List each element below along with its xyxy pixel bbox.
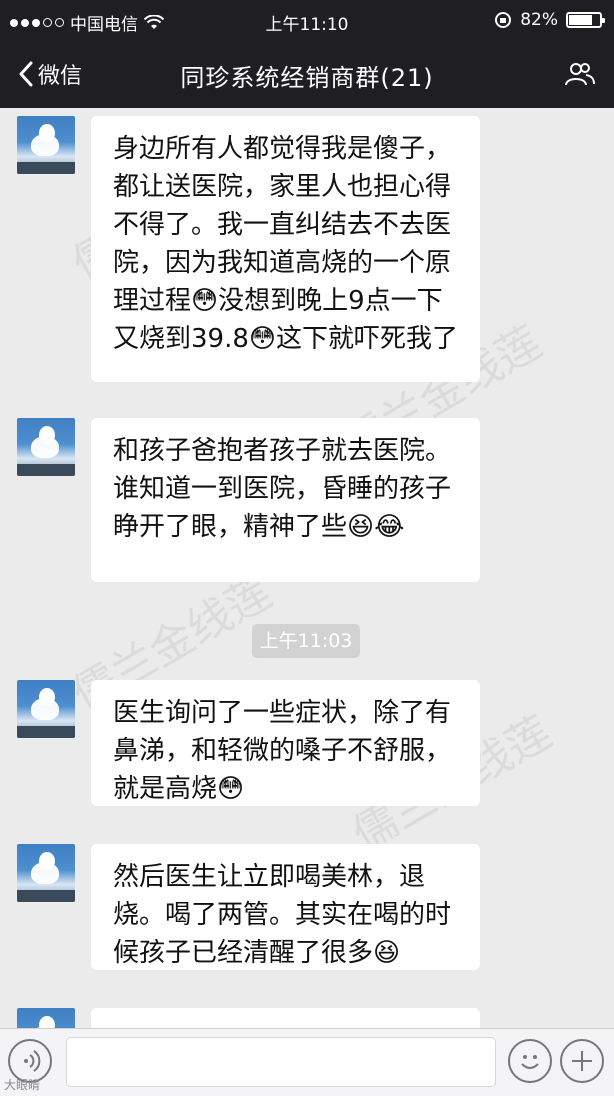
message-bubble-partial[interactable] bbox=[91, 1008, 480, 1028]
status-bar: 中国电信 上午11:10 82% bbox=[0, 0, 614, 40]
more-actions-button[interactable] bbox=[560, 1039, 604, 1083]
emoji-button[interactable] bbox=[508, 1039, 552, 1083]
plus-icon bbox=[572, 1051, 592, 1071]
chat-title: 同珍系统经销商群(21) bbox=[180, 64, 434, 92]
chat-message-list[interactable]: 儒兰金线莲 儒兰金线莲 儒兰金线莲 儒兰金线莲 身边所有人都觉得我是傻子，都让送… bbox=[0, 108, 614, 1028]
battery-icon bbox=[566, 12, 605, 28]
avatar[interactable] bbox=[17, 418, 75, 476]
avatar[interactable] bbox=[17, 116, 75, 174]
message-bubble[interactable]: 身边所有人都觉得我是傻子，都让送医院，家里人也担心得不得了。我一直纠结去不去医院… bbox=[91, 116, 480, 382]
avatar[interactable] bbox=[17, 844, 75, 902]
voice-icon bbox=[24, 1050, 41, 1072]
corner-watermark: 大眼睛 bbox=[4, 1078, 41, 1092]
timestamp-divider: 上午11:03 bbox=[252, 624, 360, 658]
message-text-input[interactable] bbox=[66, 1037, 496, 1087]
group-members-icon[interactable] bbox=[564, 60, 596, 88]
smiley-icon bbox=[521, 1055, 539, 1069]
avatar[interactable] bbox=[17, 1008, 75, 1028]
message-bubble[interactable]: 然后医生让立即喝美林，退烧。喝了两管。其实在喝的时候孩子已经清醒了很多😆 bbox=[91, 844, 480, 970]
rotation-lock-icon bbox=[495, 12, 512, 28]
message-input-bar bbox=[0, 1028, 614, 1096]
message-bubble[interactable]: 和孩子爸抱者孩子就去医院。谁知道一到医院，昏睡的孩子睁开了眼，精神了些😆😂 bbox=[91, 418, 480, 582]
message-bubble[interactable]: 医生询问了一些症状，除了有鼻涕，和轻微的嗓子不舒服，就是高烧😳 bbox=[91, 680, 480, 806]
nav-bar: 微信 同珍系统经销商群(21) bbox=[0, 40, 614, 108]
battery-percent: 82% bbox=[520, 10, 558, 30]
status-right: 82% bbox=[494, 10, 605, 30]
avatar[interactable] bbox=[17, 680, 75, 738]
